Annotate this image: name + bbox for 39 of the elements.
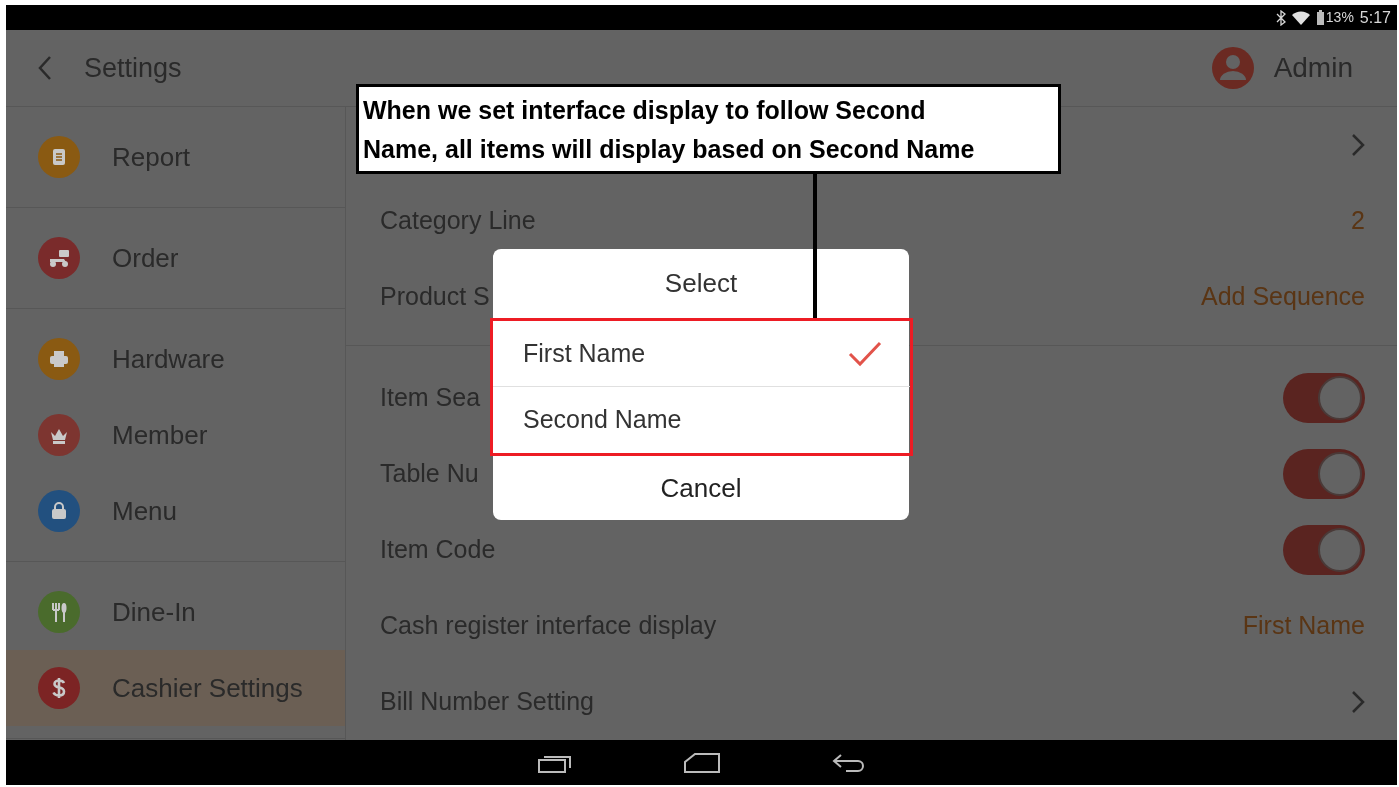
setting-value: First Name xyxy=(1242,610,1365,642)
toggle-switch[interactable] xyxy=(1283,525,1365,575)
dialog-title: Select xyxy=(664,267,738,300)
setting-value: 2 xyxy=(1351,205,1365,237)
chevron-right-icon xyxy=(1351,133,1365,157)
setting-label: Item Sea xyxy=(380,382,481,414)
chevron-right-icon xyxy=(1351,690,1365,714)
cancel-button[interactable]: Cancel xyxy=(493,456,909,520)
clock-time: 5:17 xyxy=(1359,7,1391,28)
setting-label: Cash register interface display xyxy=(380,610,717,642)
setting-label: Product S xyxy=(380,281,490,313)
home-icon[interactable] xyxy=(682,751,721,774)
bluetooth-icon xyxy=(1275,9,1286,26)
sidebar-item[interactable]: Report xyxy=(6,119,345,195)
checkmark-icon xyxy=(848,340,882,367)
sidebar-item[interactable]: Cashier Settings xyxy=(6,650,345,726)
sidebar-item[interactable]: Hardware xyxy=(6,321,345,397)
setting-label: Bill Number Setting xyxy=(380,686,594,718)
page-title: Settings xyxy=(84,51,182,85)
dialog-option[interactable]: First Name xyxy=(493,321,910,387)
setting-label: Item Code xyxy=(380,534,496,566)
setting-label: Category Line xyxy=(380,205,536,237)
back-icon[interactable] xyxy=(38,55,52,81)
wifi-icon xyxy=(1291,10,1310,25)
toggle-switch[interactable] xyxy=(1283,373,1365,423)
sidebar-item[interactable]: Dine-In xyxy=(6,574,345,650)
battery-percent: 13% xyxy=(1325,8,1354,27)
sidebar-item[interactable]: Order xyxy=(6,220,345,296)
user-avatar-icon[interactable] xyxy=(1211,47,1254,89)
sidebar-item[interactable]: Member xyxy=(6,397,345,473)
annotation-callout: When we set interface display to follow Second Name, all items will display based on Second Name xyxy=(356,84,1061,174)
setting-label: Table Nu xyxy=(380,458,479,490)
back-nav-icon[interactable] xyxy=(830,751,867,774)
dialog-option[interactable]: Second Name xyxy=(493,387,910,453)
toggle-switch[interactable] xyxy=(1283,449,1365,499)
user-name[interactable]: Admin xyxy=(1273,47,1353,89)
sidebar-item[interactable]: Menu xyxy=(6,473,345,549)
setting-value: Add Sequence xyxy=(1200,281,1365,313)
battery-icon xyxy=(1315,9,1325,26)
